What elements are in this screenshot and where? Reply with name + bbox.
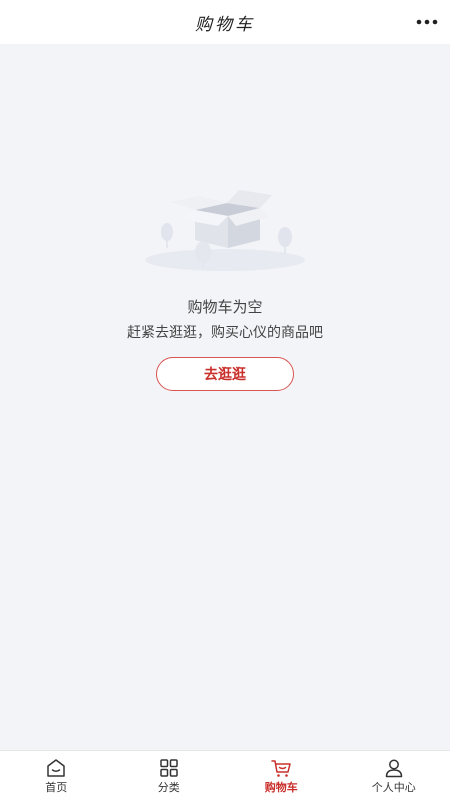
tab-category[interactable]: 分类 — [113, 751, 226, 800]
top-bar: 购物车 — [0, 0, 450, 44]
cart-page: 购物车 购物车为空 赶紧去逛逛，购买心仪的商品吧 去逛逛 首页 分类 购物车 个… — [0, 0, 450, 800]
more-button[interactable] — [414, 12, 440, 32]
empty-box-icon — [145, 190, 305, 271]
more-dots-icon — [416, 19, 438, 25]
bottom-tab-bar: 首页 分类 购物车 个人中心 — [0, 750, 450, 800]
cart-icon — [271, 759, 291, 777]
tab-label: 个人中心 — [371, 780, 416, 794]
category-grid-icon — [160, 758, 178, 777]
tab-home[interactable]: 首页 — [0, 751, 113, 800]
empty-subtitle: 赶紧去逛逛，购买心仪的商品吧 — [127, 325, 323, 341]
tab-profile[interactable]: 个人中心 — [338, 751, 450, 800]
page-title: 购物车 — [195, 14, 255, 35]
empty-title: 购物车为空 — [187, 298, 263, 316]
tab-label: 首页 — [45, 780, 68, 794]
tab-cart[interactable]: 购物车 — [225, 751, 338, 800]
user-icon — [385, 759, 402, 777]
home-icon — [47, 758, 65, 777]
tab-label: 购物车 — [264, 780, 298, 794]
go-shopping-button[interactable]: 去逛逛 — [156, 357, 294, 391]
tab-label: 分类 — [157, 780, 180, 794]
empty-cart-state: 购物车为空 赶紧去逛逛，购买心仪的商品吧 去逛逛 — [0, 180, 450, 391]
